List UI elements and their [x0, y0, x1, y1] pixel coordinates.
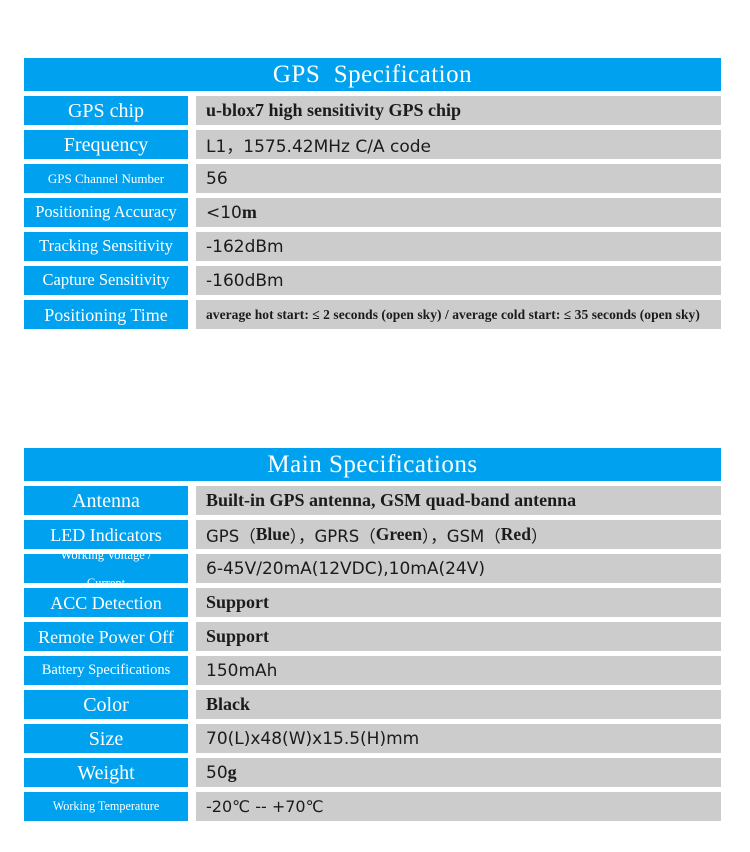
gps-table-title: GPS Specification: [24, 58, 721, 91]
main-specifications-table: Main Specifications Antenna Built-in GPS…: [24, 448, 721, 821]
table-row: Weight 50 g: [24, 758, 721, 787]
row-label-remote-power-off: Remote Power Off: [24, 622, 188, 651]
row-value-frequency: L1，1575.42MHz C/A code: [196, 130, 721, 159]
table-row: Positioning Time average hot start: ≤ 2 …: [24, 300, 721, 329]
row-value-size: 70(L)x48(W)x15.5(H)mm: [196, 724, 721, 753]
row-label-text: Remote Power Off: [38, 626, 174, 647]
row-label-text: Frequency: [63, 133, 149, 156]
row-value-tracking-sensitivity: -162dBm: [196, 232, 721, 261]
row-label-positioning-accuracy: Positioning Accuracy: [24, 198, 188, 227]
row-label-line2: Current: [86, 575, 126, 584]
weight-number: 50: [206, 762, 228, 783]
led-gsm-text: ），GSM（: [422, 526, 501, 546]
row-label-text: Size: [88, 727, 124, 750]
row-label-weight: Weight: [24, 758, 188, 787]
row-value-capture-sensitivity: -160dBm: [196, 266, 721, 295]
row-label-gps-channel-number: GPS Channel Number: [24, 164, 188, 193]
table-row: GPS Channel Number 56: [24, 164, 721, 193]
row-value-antenna: Built-in GPS antenna, GSM quad-band ante…: [196, 486, 721, 515]
row-label-size: Size: [24, 724, 188, 753]
row-value-gps-channel-number: 56: [196, 164, 721, 193]
led-closing-paren: ）: [530, 526, 548, 546]
row-label-gps-chip: GPS chip: [24, 96, 188, 125]
table-row: ACC Detection Support: [24, 588, 721, 617]
row-label-working-voltage-current: Working Voltage / Current: [24, 554, 188, 583]
row-label-text: ACC Detection: [50, 592, 162, 613]
led-gprs-color: Green: [375, 524, 423, 544]
row-label-text: Color: [83, 693, 129, 716]
row-label-positioning-time: Positioning Time: [24, 300, 188, 329]
led-gps-text: GPS（: [206, 526, 256, 546]
weight-unit: g: [227, 762, 237, 782]
row-value-positioning-time: average hot start: ≤ 2 seconds (open sky…: [196, 300, 721, 329]
table-row: Remote Power Off Support: [24, 622, 721, 651]
row-label-text: Working Voltage / Current: [25, 554, 187, 583]
positioning-accuracy-number: <10: [206, 202, 242, 223]
table-row: Color Black: [24, 690, 721, 719]
row-value-led-indicators: GPS（ Blue ），GPRS（ Green ），GSM（ Red）: [196, 520, 721, 549]
table-row: Tracking Sensitivity -162dBm: [24, 232, 721, 261]
row-label-text: Tracking Sensitivity: [39, 236, 173, 256]
row-value-working-voltage-current: 6-45V/20mA(12VDC),10mA(24V): [196, 554, 721, 583]
row-label-text: Capture Sensitivity: [42, 270, 170, 290]
row-value-weight: 50 g: [196, 758, 721, 787]
row-value-acc-detection: Support: [196, 588, 721, 617]
row-label-text: Working Temperature: [52, 799, 160, 814]
row-label-capture-sensitivity: Capture Sensitivity: [24, 266, 188, 295]
row-label-acc-detection: ACC Detection: [24, 588, 188, 617]
table-row: Positioning Accuracy <10 m: [24, 198, 721, 227]
table-row: Working Temperature -20℃ -- +70℃: [24, 792, 721, 821]
positioning-accuracy-unit: m: [241, 202, 257, 222]
row-label-text: GPS chip: [67, 99, 145, 122]
row-label-text: Battery Specifications: [41, 662, 171, 679]
row-value-remote-power-off: Support: [196, 622, 721, 651]
main-table-title: Main Specifications: [24, 448, 721, 481]
row-label-text: Positioning Accuracy: [35, 202, 177, 222]
row-value-gps-chip: u-blox7 high sensitivity GPS chip: [196, 96, 721, 125]
table-row: LED Indicators GPS（ Blue ），GPRS（ Green ），GSM…: [24, 520, 721, 549]
table-row: Size 70(L)x48(W)x15.5(H)mm: [24, 724, 721, 753]
row-label-led-indicators: LED Indicators: [24, 520, 188, 549]
row-label-battery-specifications: Battery Specifications: [24, 656, 188, 685]
row-label-color: Color: [24, 690, 188, 719]
table-row: Antenna Built-in GPS antenna, GSM quad-b…: [24, 486, 721, 515]
table-row: Battery Specifications 150mAh: [24, 656, 721, 685]
row-value-positioning-accuracy: <10 m: [196, 198, 721, 227]
row-label-text: Positioning Time: [44, 304, 168, 325]
row-value-color: Black: [196, 690, 721, 719]
row-label-tracking-sensitivity: Tracking Sensitivity: [24, 232, 188, 261]
led-gps-color: Blue: [255, 524, 290, 544]
row-label-frequency: Frequency: [24, 130, 188, 159]
row-label-line1: Working Voltage /: [60, 554, 152, 562]
gps-specification-table: GPS Specification GPS chip u-blox7 high …: [24, 58, 721, 329]
row-label-text: LED Indicators: [50, 524, 162, 545]
table-row: Frequency L1，1575.42MHz C/A code: [24, 130, 721, 159]
row-label-text: Weight: [77, 761, 135, 784]
led-gprs-text: ），GPRS（: [289, 526, 376, 546]
table-row: Capture Sensitivity -160dBm: [24, 266, 721, 295]
table-row: GPS chip u-blox7 high sensitivity GPS ch…: [24, 96, 721, 125]
row-value-battery-specifications: 150mAh: [196, 656, 721, 685]
row-value-working-temperature: -20℃ -- +70℃: [196, 792, 721, 821]
row-label-text: GPS Channel Number: [47, 171, 165, 186]
row-label-antenna: Antenna: [24, 486, 188, 515]
row-label-text: Antenna: [72, 489, 140, 512]
table-row: Working Voltage / Current 6-45V/20mA(12VD…: [24, 554, 721, 583]
led-gsm-color: Red: [500, 524, 531, 544]
row-label-working-temperature: Working Temperature: [24, 792, 188, 821]
